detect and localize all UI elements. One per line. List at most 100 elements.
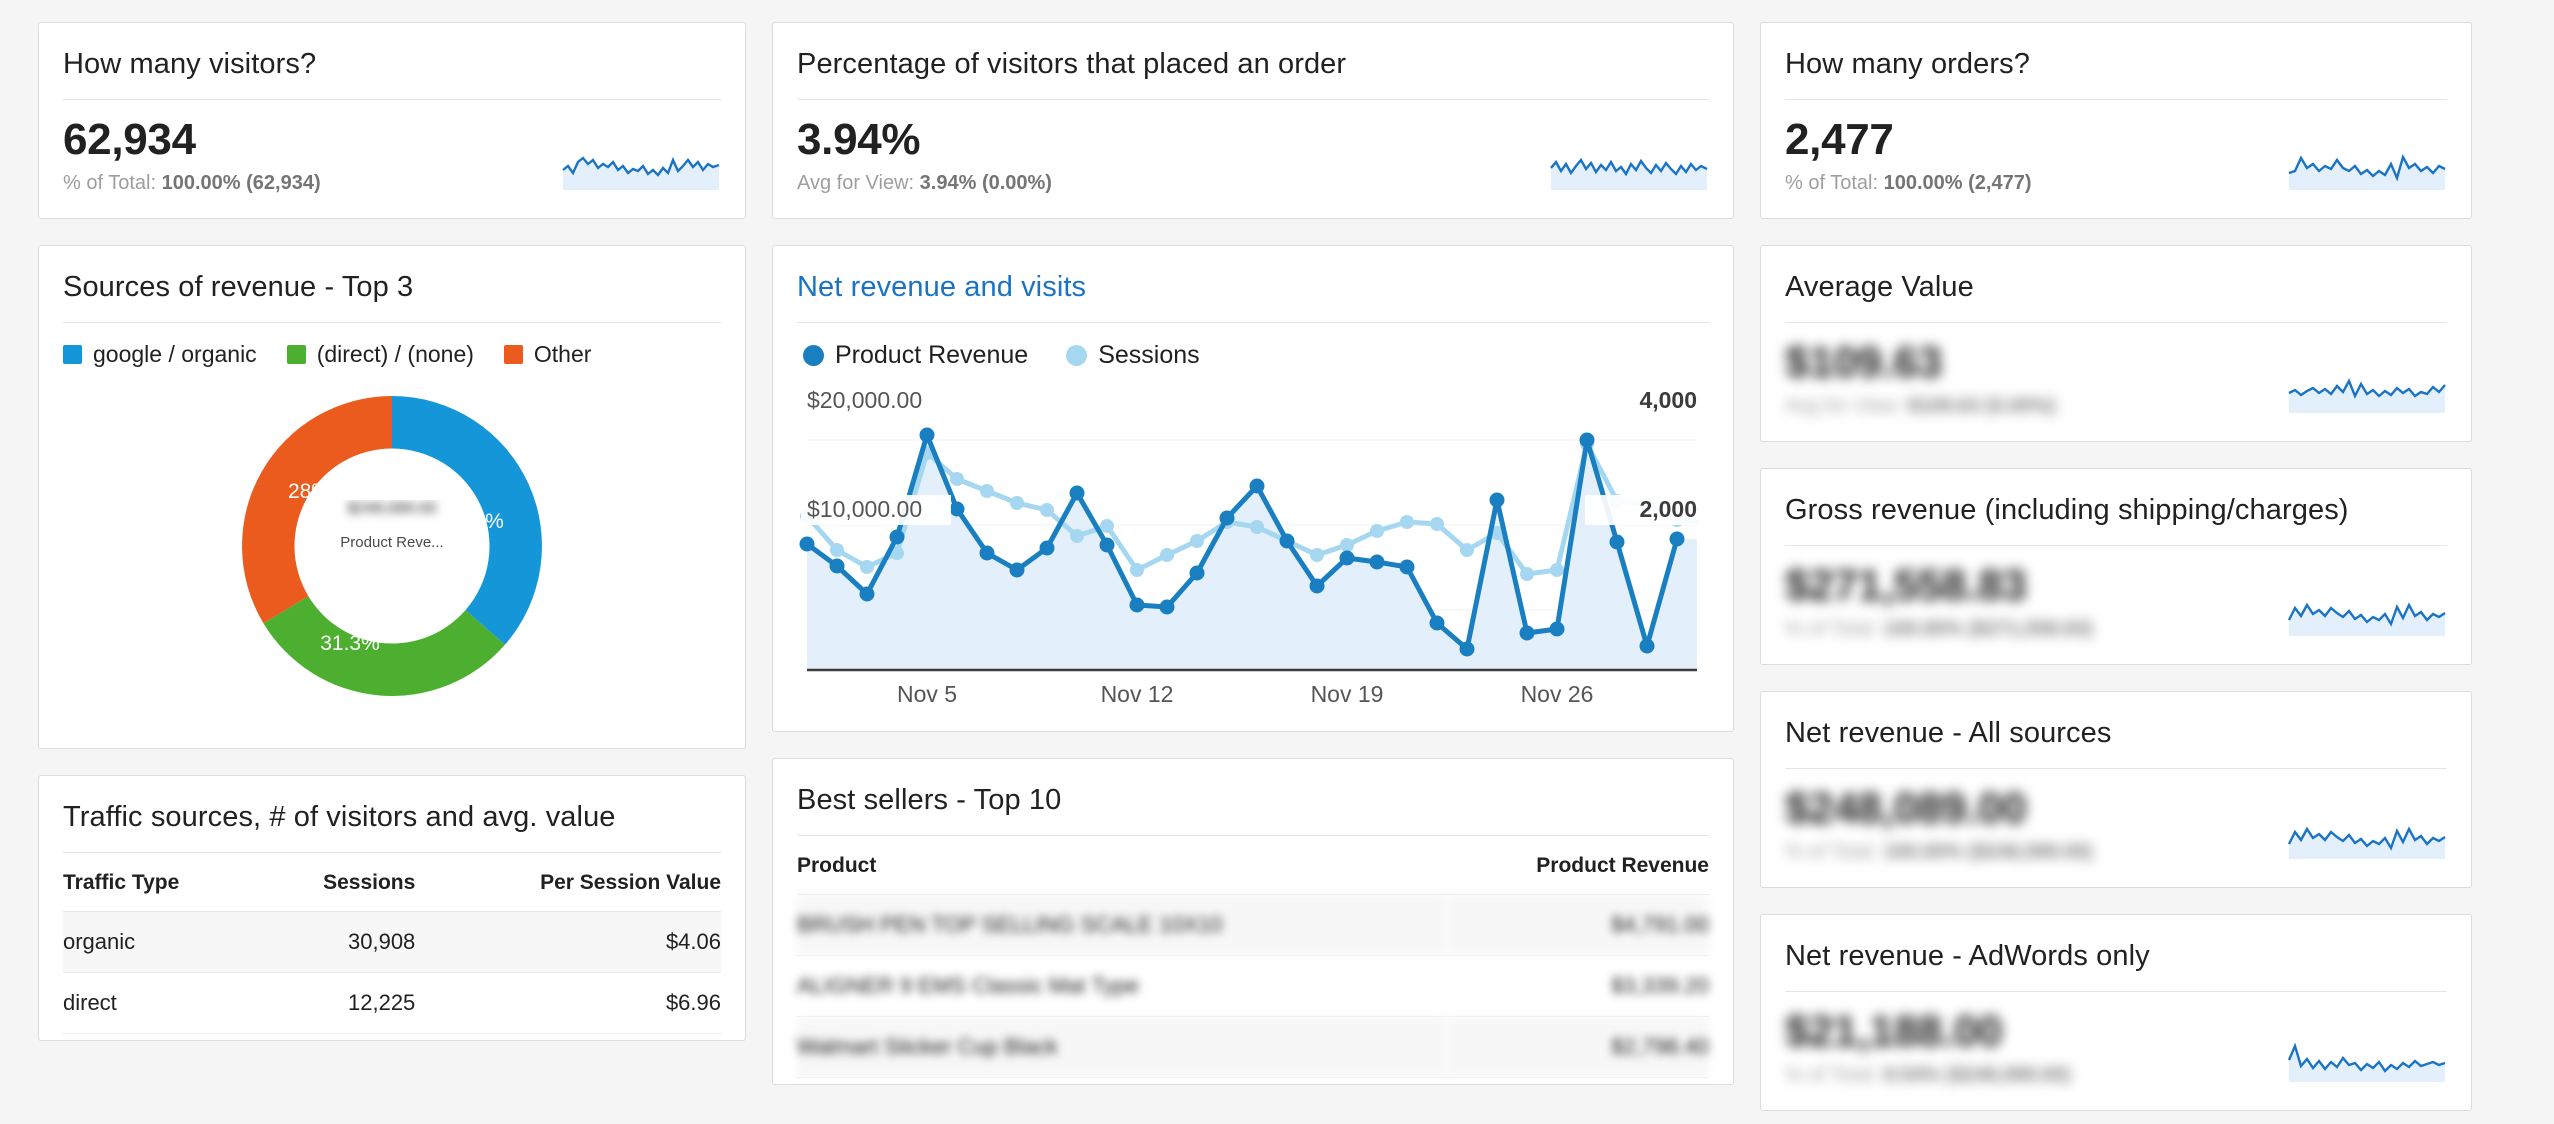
scorecard-order-percentage[interactable]: Percentage of visitors that placed an or… [772,22,1734,219]
scorecard-body: $109.63 Avg for View: $109.63 (0.00%) [1761,323,2471,441]
donut-label-direct-none: 31.3% [320,632,380,655]
net-revenue-and-visits-title[interactable]: Net revenue and visits [773,246,1733,322]
sparkline-gross-revenue [2287,586,2447,640]
legend-item-google-organic[interactable]: google / organic [63,341,257,368]
scorecard-orders-title: How many orders? [1785,48,2030,80]
best-sellers-table-wrap: Product Product Revenue BRUSH PEN TOP SE… [773,836,1733,1084]
scorecard-net-revenue-adwords[interactable]: Net revenue - AdWords only $21,188.00 % … [1760,914,2472,1111]
table-header-row: Traffic Type Sessions Per Session Value [63,853,721,912]
sub-value: 8.54% ($248,089.00) [1883,1064,2071,1086]
legend-swatch-green [286,345,306,364]
cell-sessions: 30,908 [259,911,416,973]
scorecard-net-revenue-adwords-title: Net revenue - AdWords only [1785,940,2150,972]
traffic-sources-table: Traffic Type Sessions Per Session Value … [63,853,721,1034]
scorecard-text: $271,558.83 % of Total: 100.00% ($271,55… [1785,560,2093,642]
line-chart-legend: Product Revenue Sessions [773,323,1733,374]
cell-product-revenue: $4,791.00 [1445,894,1709,956]
table-body: BRUSH PEN TOP SELLING SCALE 10X10 $4,791… [797,894,1709,1078]
scorecard-orders[interactable]: How many orders? 2,477 % of Total: 100.0… [1760,22,2472,219]
legend-item-other[interactable]: Other [503,341,591,368]
scorecard-gross-revenue-subtitle: % of Total: 100.00% ($271,558.83) [1785,616,2093,642]
scorecard-text: 62,934 % of Total: 100.00% (62,934) [63,114,321,196]
legend-swatch-orange [503,345,523,364]
legend-label: google / organic [93,341,257,367]
y-axis-right-mid-label: 2,000 [1639,496,1697,522]
scorecard-gross-revenue-value: $271,558.83 [1785,561,2027,610]
sub-value: 3.94% (0.00%) [919,172,1052,194]
scorecard-net-revenue-adwords-subtitle: % of Total: 8.54% ($248,089.00) [1785,1062,2070,1088]
table-head: Traffic Type Sessions Per Session Value [63,853,721,912]
cell-product: BRUSH PEN TOP SELLING SCALE 10X10 [797,894,1446,956]
scorecard-visitors[interactable]: How many visitors? 62,934 % of Total: 10… [38,22,746,219]
sources-of-revenue-title: Sources of revenue - Top 3 [63,271,414,303]
scorecard-body: $248,089.00 % of Total: 100.00% ($248,08… [1761,769,2471,887]
scorecard-text: $21,188.00 % of Total: 8.54% ($248,089.0… [1785,1006,2070,1088]
table-row[interactable]: ALIGNER 9 EMS Classic Mat Type $3,339.20 [797,955,1709,1017]
scorecard-text: 2,477 % of Total: 100.00% (2,477) [1785,114,2031,196]
scorecard-gross-revenue[interactable]: Gross revenue (including shipping/charge… [1760,468,2472,665]
column-header-product[interactable]: Product [797,836,1446,895]
scorecard-order-percentage-value: 3.94% [797,115,921,164]
sub-value: $109.63 (0.00%) [1907,395,2056,417]
line-chart-area: $20,000.00 $10,000.00 4,000 2,000 Nov 5 … [773,374,1733,731]
scorecard-visitors-title: How many visitors? [63,48,317,80]
scorecard-net-revenue-all-sources-title: Net revenue - All sources [1785,717,2112,749]
card-traffic-sources[interactable]: Traffic sources, # of visitors and avg. … [38,775,746,1041]
x-tick-label: Nov 19 [1311,681,1384,707]
dashboard-root: How many visitors? 62,934 % of Total: 10… [0,0,2554,1124]
scorecard-gross-revenue-title: Gross revenue (including shipping/charge… [1785,494,2349,526]
scorecard-body: $271,558.83 % of Total: 100.00% ($271,55… [1761,546,2471,664]
sub-label: Avg for View: [1785,395,1903,417]
legend-item-product-revenue[interactable]: Product Revenue [803,341,1028,370]
legend-dot-product-revenue [803,345,824,366]
table-row[interactable]: Walmart Sticker Cup Black $2,798.40 [797,1016,1709,1078]
donut-legend: google / organic (direct) / (none) Other [39,323,745,374]
sub-label: % of Total: [1785,1064,1879,1086]
sub-label: % of Total: [1785,172,1879,194]
column-header-sessions[interactable]: Sessions [259,853,416,912]
column-header-per-session-value[interactable]: Per Session Value [415,853,721,912]
scorecard-text: $248,089.00 % of Total: 100.00% ($248,08… [1785,783,2093,865]
column-header-traffic-type[interactable]: Traffic Type [63,853,260,912]
cell-per-session-value: $6.96 [415,972,721,1034]
scorecard-body: 3.94% Avg for View: 3.94% (0.00%) [773,100,1733,218]
cell-per-session-value: $4.06 [415,911,721,973]
line-chart[interactable]: $20,000.00 $10,000.00 4,000 2,000 Nov 5 … [795,380,1709,710]
scorecard-visitors-value: 62,934 [63,115,196,164]
y-axis-right-top-label: 4,000 [1639,387,1697,413]
scorecard-body: $21,188.00 % of Total: 8.54% ($248,089.0… [1761,992,2471,1110]
left-column: How many visitors? 62,934 % of Total: 10… [38,22,746,1124]
table-row[interactable]: direct 12,225 $6.96 [63,972,721,1034]
sub-value: 100.00% (62,934) [161,172,321,194]
scorecard-body: 2,477 % of Total: 100.00% (2,477) [1761,100,2471,218]
sub-value: 100.00% ($248,089.00) [1883,841,2093,863]
cell-traffic-type: organic [63,911,260,973]
scorecard-net-revenue-all-sources[interactable]: Net revenue - All sources $248,089.00 % … [1760,691,2472,888]
legend-label: (direct) / (none) [316,341,474,367]
legend-item-sessions[interactable]: Sessions [1066,341,1200,370]
sub-label: Avg for View: [797,172,915,194]
card-best-sellers[interactable]: Best sellers - Top 10 Product Product Re… [772,758,1734,1085]
column-header-product-revenue[interactable]: Product Revenue [1445,836,1709,895]
table-head: Product Product Revenue [797,836,1709,895]
table-row[interactable]: organic 30,908 $4.06 [63,911,721,973]
scorecard-text: $109.63 Avg for View: $109.63 (0.00%) [1785,337,2056,419]
sub-label: % of Total: [1785,618,1879,640]
table-row[interactable]: BRUSH PEN TOP SELLING SCALE 10X10 $4,791… [797,894,1709,956]
x-tick-label: Nov 12 [1101,681,1174,707]
cell-traffic-type: direct [63,972,260,1034]
scorecard-average-value-subtitle: Avg for View: $109.63 (0.00%) [1785,393,2056,419]
cell-product-revenue: $3,339.20 [1445,955,1709,1017]
scorecard-average-value-value: $109.63 [1785,338,1942,387]
x-tick-label: Nov 26 [1521,681,1594,707]
donut-chart[interactable]: 40.6% 31.3% 28% $248,089.00 Product Reve… [232,390,552,702]
legend-label: Product Revenue [835,341,1029,369]
scorecard-average-value[interactable]: Average Value $109.63 Avg for View: $109… [1760,245,2472,442]
table-body: organic 30,908 $4.06 direct 12,225 $6.96 [63,911,721,1034]
legend-label: Sessions [1098,341,1200,369]
cell-product: ALIGNER 9 EMS Classic Mat Type [797,955,1446,1017]
card-net-revenue-and-visits[interactable]: Net revenue and visits Product Revenue S… [772,245,1734,732]
card-sources-of-revenue[interactable]: Sources of revenue - Top 3 google / orga… [38,245,746,749]
table-header-row: Product Product Revenue [797,836,1709,895]
legend-item-direct-none[interactable]: (direct) / (none) [286,341,474,368]
